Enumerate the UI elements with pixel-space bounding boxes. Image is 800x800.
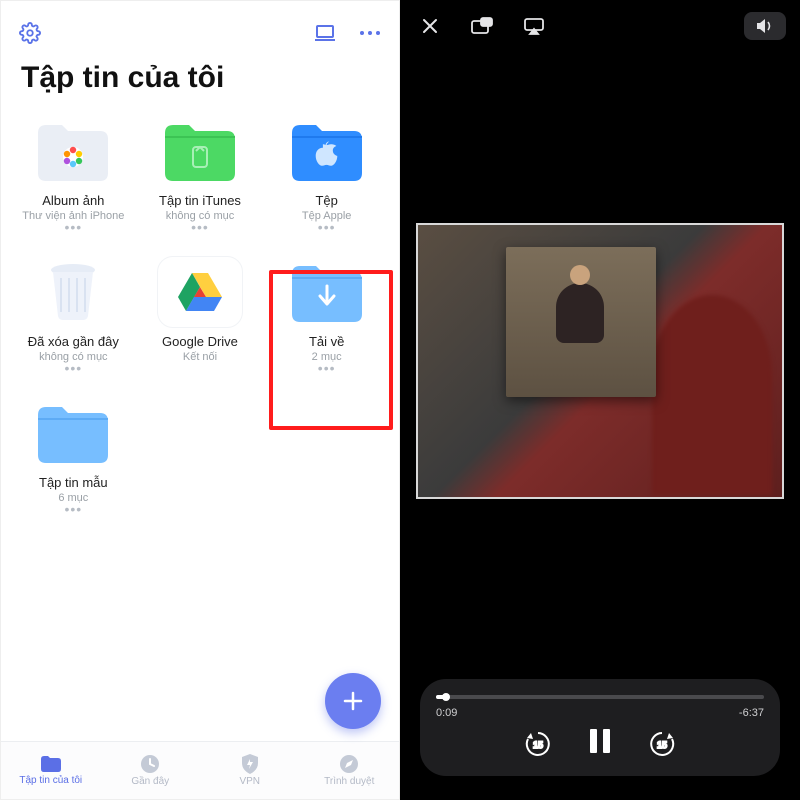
video-area[interactable] bbox=[400, 52, 800, 669]
google-drive-icon bbox=[157, 256, 243, 328]
picture-in-picture-icon[interactable] bbox=[466, 10, 498, 42]
player-controls: 0:09 -6:37 15 15 bbox=[400, 669, 800, 800]
video-player-pane: 0:09 -6:37 15 15 bbox=[400, 0, 800, 800]
volume-button[interactable] bbox=[744, 12, 786, 40]
top-bar bbox=[1, 1, 399, 55]
page-title: Tập tin của tôi bbox=[1, 55, 399, 111]
item-more-icon[interactable]: ••• bbox=[191, 224, 209, 230]
grid-item-album[interactable]: Album ảnh Thư viện ảnh iPhone ••• bbox=[13, 111, 134, 234]
grid-item-itunes[interactable]: Tập tin iTunes không có mục ••• bbox=[140, 111, 261, 234]
folder-green-icon bbox=[157, 115, 243, 187]
nav-browser[interactable]: Trình duyệt bbox=[300, 742, 400, 799]
close-icon[interactable] bbox=[414, 10, 446, 42]
svg-text:15: 15 bbox=[533, 740, 543, 750]
nav-recent[interactable]: Gần đây bbox=[101, 742, 201, 799]
photos-icon bbox=[30, 115, 116, 187]
add-button[interactable] bbox=[325, 673, 381, 729]
item-more-icon[interactable]: ••• bbox=[64, 506, 82, 512]
item-more-icon[interactable]: ••• bbox=[64, 224, 82, 230]
skip-back-button[interactable]: 15 bbox=[523, 729, 553, 759]
grid-item-files[interactable]: Tệp Tệp Apple ••• bbox=[266, 111, 387, 234]
nav-vpn[interactable]: VPN bbox=[200, 742, 300, 799]
item-more-icon[interactable]: ••• bbox=[64, 365, 82, 371]
folder-apple-icon bbox=[284, 115, 370, 187]
file-manager-pane: Tập tin của tôi Album ảnh Thư viện ảnh i… bbox=[0, 0, 400, 800]
album-art bbox=[506, 247, 656, 397]
pause-button[interactable] bbox=[587, 727, 613, 760]
highlight-annotation bbox=[269, 270, 393, 430]
settings-icon[interactable] bbox=[19, 22, 41, 44]
skip-forward-button[interactable]: 15 bbox=[647, 729, 677, 759]
grid-item-trash[interactable]: Đã xóa gần đây không có mục ••• bbox=[13, 252, 134, 375]
grid-item-samples[interactable]: Tập tin mẫu 6 mục ••• bbox=[13, 393, 134, 516]
folder-blue-icon bbox=[30, 397, 116, 469]
laptop-icon[interactable] bbox=[313, 23, 337, 43]
airplay-icon[interactable] bbox=[518, 10, 550, 42]
svg-text:15: 15 bbox=[657, 740, 667, 750]
video-frame bbox=[416, 223, 784, 499]
player-top-bar bbox=[400, 0, 800, 52]
bottom-nav: Tập tin của tôi Gần đây VPN Trình duyệt bbox=[1, 741, 399, 799]
trash-icon bbox=[30, 256, 116, 328]
nav-files[interactable]: Tập tin của tôi bbox=[1, 742, 101, 799]
time-elapsed: 0:09 bbox=[436, 707, 457, 719]
more-icon[interactable] bbox=[359, 30, 381, 36]
seek-bar[interactable] bbox=[436, 689, 764, 705]
grid-item-gdrive[interactable]: Google Drive Kết nối bbox=[140, 252, 261, 375]
time-remaining: -6:37 bbox=[739, 707, 764, 719]
item-more-icon[interactable]: ••• bbox=[318, 224, 336, 230]
